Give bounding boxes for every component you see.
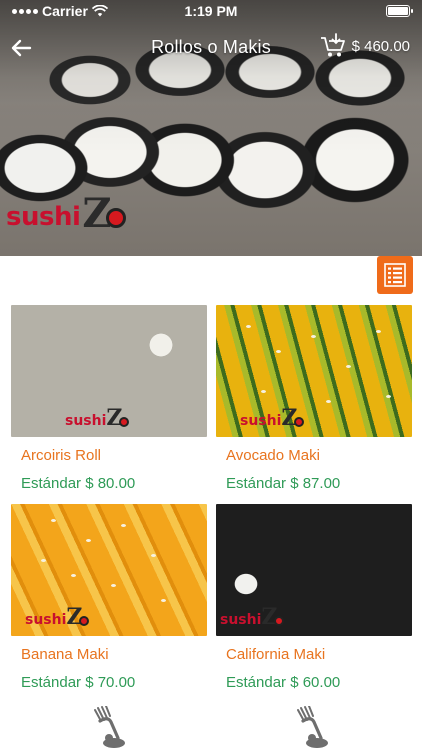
brand-watermark: sushi Z	[220, 606, 285, 628]
navigation-bar: Rollos o Makis $ 460.00	[0, 28, 422, 68]
header-hero-image: Carrier 1:19 PM Rollos o Makis $ 460.00	[0, 0, 422, 256]
cart-button[interactable]: $ 460.00	[320, 33, 410, 59]
product-image: sushi Z	[216, 504, 412, 636]
product-image: sushi Z	[11, 504, 207, 636]
brand-logo: sushi Z	[6, 194, 126, 234]
cart-total: $ 460.00	[351, 37, 410, 55]
brand-watermark: sushi Z	[240, 407, 305, 429]
product-card[interactable]: sushi Z California Maki Estándar $ 60.00	[216, 504, 412, 691]
product-card[interactable]: sushi Z Avocado Maki Estándar $ 87.00	[216, 305, 412, 492]
cart-download-icon	[320, 33, 345, 57]
view-toggle-button[interactable]	[377, 256, 413, 294]
product-name: Banana Maki	[21, 646, 109, 663]
fork-chef-icon[interactable]	[293, 705, 333, 750]
status-bar: Carrier 1:19 PM	[0, 0, 422, 22]
clock: 1:19 PM	[184, 3, 238, 19]
product-price: Estándar $ 80.00	[21, 475, 136, 492]
product-image: sushi Z	[216, 305, 412, 437]
product-price: Estándar $ 87.00	[226, 475, 341, 492]
product-card[interactable]: sushi Z Banana Maki Estándar $ 70.00	[11, 504, 207, 691]
product-price: Estándar $ 60.00	[226, 674, 341, 691]
product-card[interactable]: sushi Z Arcoiris Roll Estándar $ 80.00	[11, 305, 207, 492]
product-name: California Maki	[226, 646, 326, 663]
list-view-icon	[384, 263, 406, 287]
brand-watermark: sushi Z	[65, 407, 130, 429]
battery-icon	[386, 5, 413, 17]
product-name: Arcoiris Roll	[21, 447, 102, 464]
fork-chef-icon[interactable]	[90, 705, 130, 750]
product-price: Estándar $ 70.00	[21, 674, 136, 691]
product-image: sushi Z	[11, 305, 207, 437]
brand-watermark: sushi Z	[25, 606, 90, 628]
product-name: Avocado Maki	[226, 447, 320, 464]
